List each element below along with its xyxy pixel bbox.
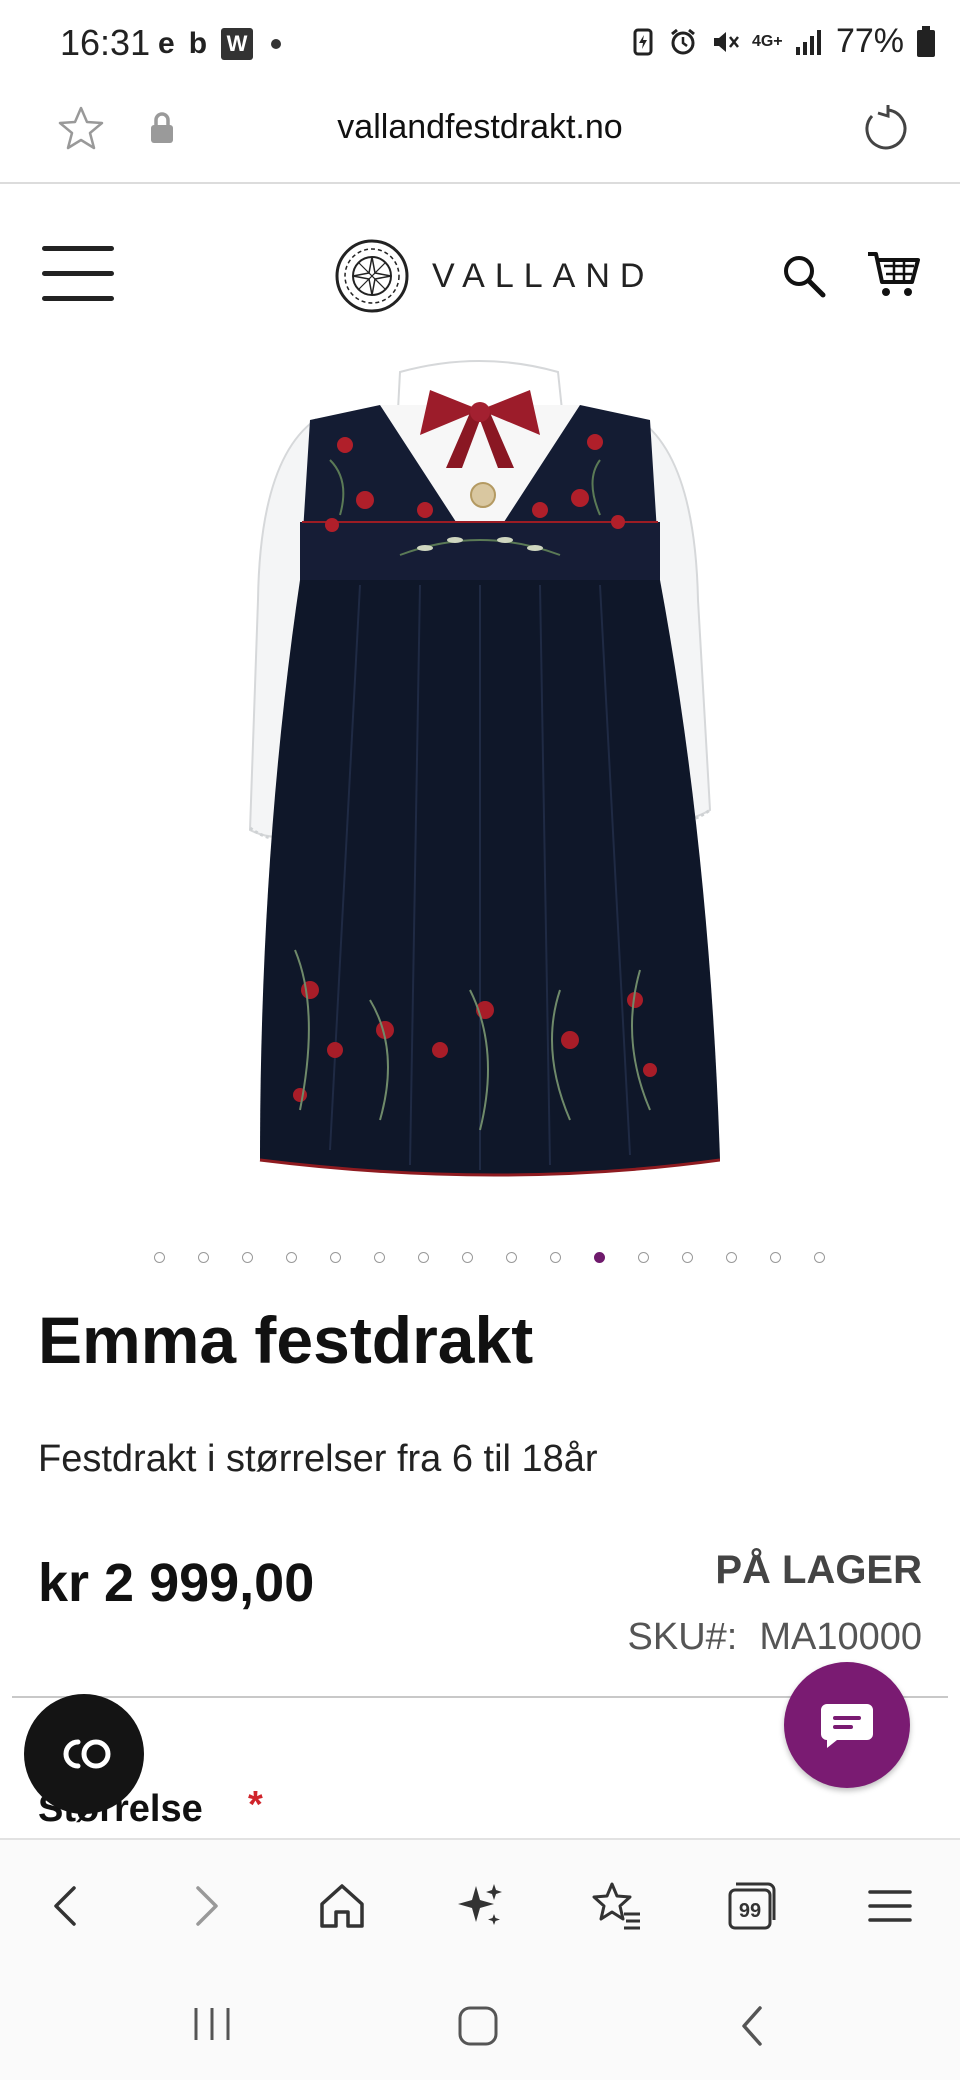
carousel-dot[interactable] xyxy=(285,1252,297,1263)
menu-line xyxy=(42,246,114,251)
system-back-icon[interactable] xyxy=(732,2004,772,2048)
cart-icon[interactable] xyxy=(866,248,922,300)
tabs-count: 99 xyxy=(738,1900,762,1922)
carousel-dot[interactable] xyxy=(549,1252,561,1263)
menu-button[interactable] xyxy=(42,246,114,301)
system-navigation-bar xyxy=(0,1968,960,2080)
battery-percent: 77% xyxy=(835,22,904,60)
carousel-dot[interactable] xyxy=(725,1252,737,1263)
carousel-dot[interactable] xyxy=(637,1252,649,1263)
tabs-button[interactable]: 99 xyxy=(722,1876,782,1936)
edge-app-icon: e xyxy=(158,27,175,60)
chat-button[interactable] xyxy=(784,1662,910,1788)
carousel-dot[interactable] xyxy=(505,1252,517,1263)
mute-icon xyxy=(713,31,739,52)
browser-url-bar: vallandfestdrakt.no xyxy=(0,88,960,184)
stock-status: PÅ LAGER xyxy=(715,1548,922,1592)
image-carousel-dots xyxy=(0,1252,960,1263)
carousel-dot[interactable] xyxy=(329,1252,341,1263)
sku: SKU#: MA10000 xyxy=(628,1616,923,1659)
signal-icon xyxy=(795,29,821,55)
skirt xyxy=(260,580,720,1175)
word-app-icon: W xyxy=(221,28,254,60)
home-icon[interactable] xyxy=(312,1876,372,1936)
alarm-icon xyxy=(671,28,695,54)
carousel-dot[interactable] xyxy=(593,1252,605,1263)
recent-apps-icon[interactable] xyxy=(190,2004,234,2044)
menu-icon[interactable] xyxy=(860,1876,920,1936)
carousel-dot[interactable] xyxy=(153,1252,165,1263)
status-app-icons: e b W xyxy=(158,24,282,64)
system-home-icon[interactable] xyxy=(456,2004,500,2048)
carousel-dot[interactable] xyxy=(461,1252,473,1263)
network-type: 4G+ xyxy=(751,32,783,50)
valland-emblem-icon xyxy=(335,239,409,313)
carousel-dot[interactable] xyxy=(197,1252,209,1263)
sku-label: SKU#: xyxy=(627,1616,738,1658)
search-icon[interactable] xyxy=(780,252,828,300)
product-subtitle: Festdrakt i størrelser fra 6 til 18år xyxy=(38,1438,598,1480)
forward-icon[interactable] xyxy=(176,1876,236,1936)
menu-line xyxy=(42,271,114,276)
carousel-dot[interactable] xyxy=(681,1252,693,1263)
carousel-dot[interactable] xyxy=(417,1252,429,1263)
chat-icon xyxy=(821,1704,873,1748)
carousel-dot[interactable] xyxy=(769,1252,781,1263)
back-icon[interactable] xyxy=(36,1876,96,1936)
status-right-icons: 4G+ 77% xyxy=(630,22,936,61)
status-time: 16:31 xyxy=(60,22,151,63)
site-header: VALLAND xyxy=(0,186,960,366)
notification-dot-icon xyxy=(271,39,282,49)
co-logo-icon xyxy=(63,1739,111,1769)
carousel-dot[interactable] xyxy=(813,1252,825,1263)
bing-app-icon: b xyxy=(188,27,208,60)
reload-icon[interactable] xyxy=(858,102,910,154)
product-price: kr 2 999,00 xyxy=(38,1553,315,1613)
copilot-sparkle-icon[interactable] xyxy=(450,1876,510,1936)
required-marker: * xyxy=(248,1784,263,1826)
sku-value: MA10000 xyxy=(759,1616,922,1658)
site-logo[interactable]: VALLAND xyxy=(334,238,654,314)
logo-text: VALLAND xyxy=(432,256,655,295)
url-text[interactable]: vallandfestdrakt.no xyxy=(0,108,960,147)
browser-bottom-toolbar: 99 xyxy=(0,1838,960,1968)
status-bar: 16:31 e b W 4G+ 77% xyxy=(0,0,960,88)
menu-line xyxy=(42,296,114,301)
co-widget-button[interactable] xyxy=(24,1694,144,1814)
battery-saver-icon xyxy=(633,28,653,55)
carousel-dot[interactable] xyxy=(373,1252,385,1263)
product-title: Emma festdrakt xyxy=(38,1303,534,1377)
carousel-dot[interactable] xyxy=(241,1252,253,1263)
product-image[interactable] xyxy=(240,350,720,1210)
battery-icon xyxy=(917,25,935,57)
favorites-icon[interactable] xyxy=(586,1876,646,1936)
